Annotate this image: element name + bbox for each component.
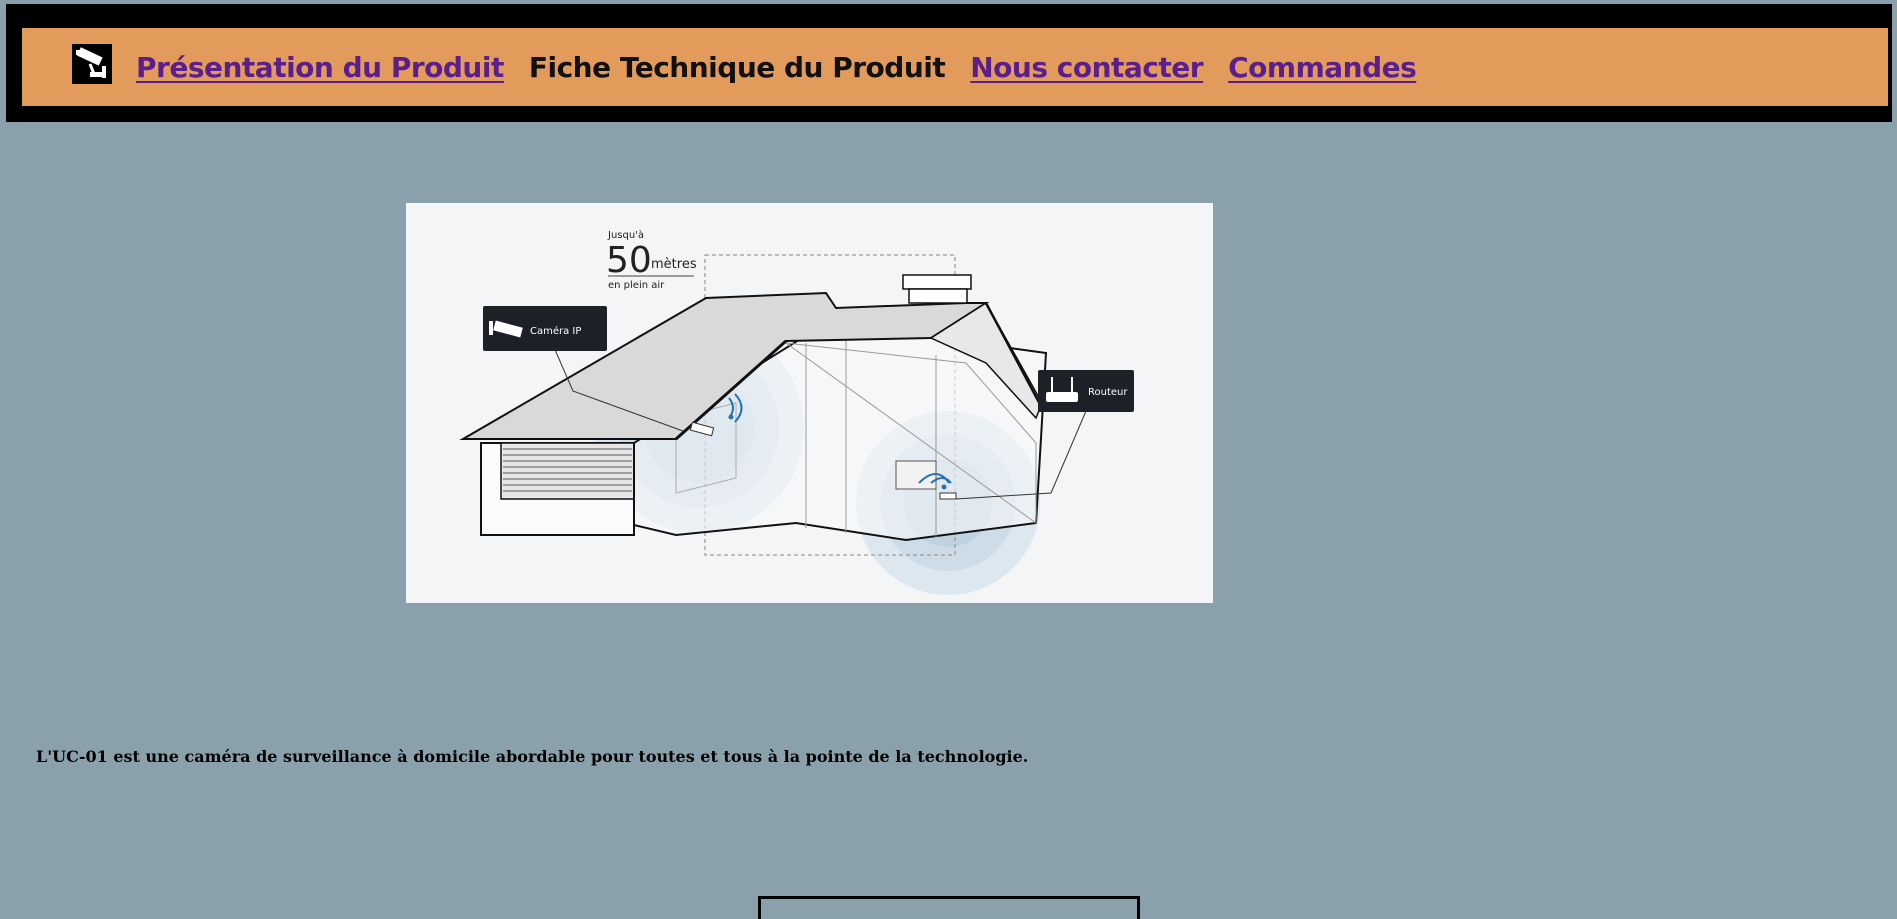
nav-link-commandes[interactable]: Commandes [1228,51,1417,84]
range-value: 50 [606,240,652,281]
router-label: Routeur [1088,387,1128,398]
nav-link-contact[interactable]: Nous contacter [970,51,1203,84]
router-label-box: Routeur [1038,370,1134,412]
nav-link-presentation[interactable]: Présentation du Produit [136,51,504,84]
header-frame: Présentation du Produit Fiche Technique … [6,4,1892,122]
nav-bar: Présentation du Produit Fiche Technique … [22,28,1888,106]
camera-label: Caméra IP [530,325,581,337]
security-camera-logo-icon [72,44,112,84]
bottom-panel [758,896,1140,919]
wifi-range-illustration: Jusqu'à 50 mètres en plein air Caméra IP… [406,203,1213,603]
product-tagline: L'UC-01 est une caméra de surveillance à… [36,747,1029,766]
camera-label-box: Caméra IP [483,306,607,351]
range-unit: mètres [651,257,697,272]
range-suffix: en plein air [608,280,665,291]
range-label: Jusqu'à 50 mètres en plein air [606,229,697,291]
nav-link-fiche-technique[interactable]: Fiche Technique du Produit [529,51,946,84]
nav-links: Présentation du Produit Fiche Technique … [136,28,1417,106]
house-garage [480,442,635,536]
